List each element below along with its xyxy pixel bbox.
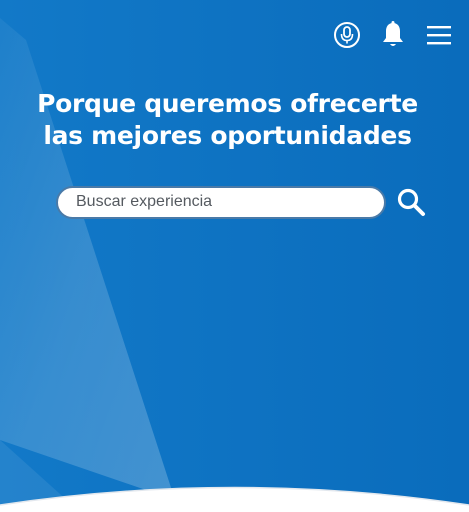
search-input[interactable] (56, 185, 386, 219)
notifications-button[interactable] (377, 18, 409, 52)
microphone-button[interactable] (331, 18, 363, 52)
menu-button[interactable] (423, 18, 455, 52)
top-bar (331, 18, 455, 52)
headline-line-1: Porque queremos ofrecerte (37, 89, 418, 118)
search-bar (56, 185, 427, 219)
search-icon (397, 188, 425, 216)
hero-banner: Porque queremos ofrecerte las mejores op… (0, 0, 469, 512)
headline-line-2: las mejores oportunidades (43, 121, 412, 150)
hero-headline: Porque queremos ofrecerte las mejores op… (0, 88, 455, 152)
microphone-icon (334, 22, 360, 48)
search-button[interactable] (395, 185, 427, 219)
hamburger-menu-icon (427, 26, 451, 45)
bell-icon (383, 21, 403, 46)
hero-background (0, 0, 469, 512)
